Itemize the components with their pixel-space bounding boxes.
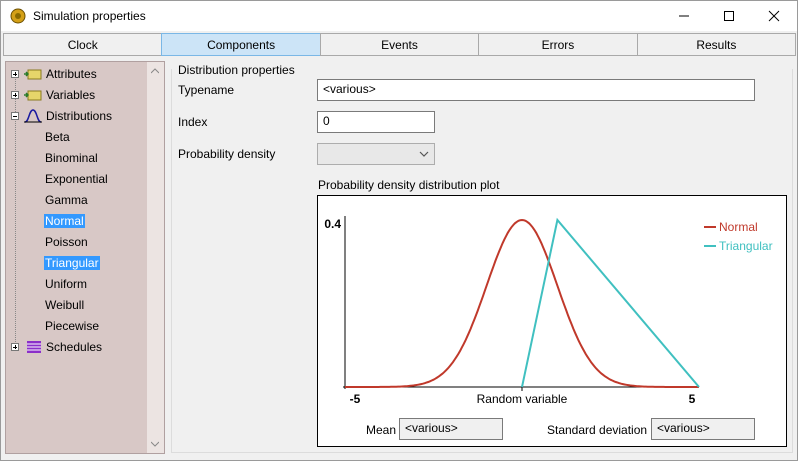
probability-density-label: Probability density xyxy=(178,147,276,161)
chevron-down-icon xyxy=(419,151,429,157)
tree-label-uniform: Uniform xyxy=(45,276,88,291)
index-field[interactable]: 0 xyxy=(317,111,435,133)
folder-icon xyxy=(23,67,43,81)
legend-swatch-normal xyxy=(704,226,716,228)
tree-leaf-normal[interactable]: Normal xyxy=(44,212,85,229)
tree-leaf-triangular[interactable]: Triangular xyxy=(44,254,100,271)
tree-leaf-poisson[interactable]: Poisson xyxy=(44,233,89,250)
tree-leaf-uniform[interactable]: Uniform xyxy=(44,275,88,292)
tree-leaf-binominal[interactable]: Binominal xyxy=(44,149,99,166)
y-tick-label: 0.4 xyxy=(324,217,341,231)
tree-label-distributions: Distributions xyxy=(46,108,113,123)
tree-label-gamma: Gamma xyxy=(45,192,88,207)
tree-label-piecewise: Piecewise xyxy=(45,318,100,333)
plot-caption: Probability density distribution plot xyxy=(318,178,500,192)
tree-node-schedules[interactable]: Schedules xyxy=(11,338,102,355)
tree-label-variables: Variables xyxy=(46,87,96,102)
legend-triangular: Triangular xyxy=(704,239,773,253)
distribution-plot: 0.4 -5 5 Random variable Normal Triangular xyxy=(317,195,787,447)
tree-label-schedules: Schedules xyxy=(46,339,103,354)
expand-icon[interactable] xyxy=(11,342,19,351)
collapse-icon[interactable] xyxy=(11,111,19,120)
legend-swatch-triangular xyxy=(704,245,716,247)
simulation-properties-window: Simulation properties Clock Components E… xyxy=(0,0,798,461)
expand-icon[interactable] xyxy=(11,90,19,99)
typename-field[interactable]: <various> xyxy=(317,79,755,101)
minimize-button[interactable] xyxy=(661,1,707,31)
tab-results[interactable]: Results xyxy=(636,33,797,56)
tree-label-attributes: Attributes xyxy=(46,66,97,81)
expand-icon[interactable] xyxy=(11,69,19,78)
legend-label-normal: Normal xyxy=(719,220,758,234)
legend-label-triangular: Triangular xyxy=(719,239,773,253)
tree-leaf-gamma[interactable]: Gamma xyxy=(44,191,89,208)
tree-leaf-exponential[interactable]: Exponential xyxy=(44,170,109,187)
tree-label-weibull: Weibull xyxy=(45,297,85,312)
x-tick-label-max: 5 xyxy=(689,392,696,406)
tree-scrollbar[interactable] xyxy=(147,62,164,453)
group-title: Distribution properties xyxy=(178,63,295,77)
typename-label: Typename xyxy=(178,83,235,97)
tree-label-normal: Normal xyxy=(44,213,85,228)
mean-field: <various> xyxy=(399,418,503,440)
tab-strip: Clock Components Events Errors Results xyxy=(3,33,797,56)
tree-leaf-beta[interactable]: Beta xyxy=(44,128,71,145)
series-line-triangular xyxy=(521,217,700,388)
properties-panel: Distribution properties Typename <variou… xyxy=(171,61,793,454)
index-label: Index xyxy=(178,115,208,129)
tree-node-variables[interactable]: Variables xyxy=(11,86,95,103)
minimize-icon xyxy=(679,15,689,17)
app-icon xyxy=(10,8,26,24)
mean-label: Mean xyxy=(366,423,397,437)
maximize-icon xyxy=(724,11,734,21)
distribution-curve-icon xyxy=(23,108,43,123)
tree-node-distributions[interactable]: Distributions xyxy=(11,107,112,124)
tree-leaf-weibull[interactable]: Weibull xyxy=(44,296,85,313)
tab-components[interactable]: Components xyxy=(161,33,320,56)
title-bar: Simulation properties xyxy=(1,1,797,31)
tree-leaf-piecewise[interactable]: Piecewise xyxy=(44,317,100,334)
x-axis-label: Random variable xyxy=(477,392,568,406)
series-line-normal xyxy=(345,218,699,388)
tab-events[interactable]: Events xyxy=(319,33,479,56)
standard-deviation-label: Standard deviation xyxy=(547,423,648,437)
tree-label-beta: Beta xyxy=(45,129,70,144)
maximize-button[interactable] xyxy=(706,1,752,31)
standard-deviation-field: <various> xyxy=(651,418,755,440)
tree-node-attributes[interactable]: Attributes xyxy=(11,65,97,82)
tree-label-triangular: Triangular xyxy=(44,255,100,270)
close-button[interactable] xyxy=(751,1,797,31)
probability-density-select[interactable] xyxy=(317,143,435,165)
tree-label-binominal: Binominal xyxy=(45,150,98,165)
legend-normal: Normal xyxy=(704,220,758,234)
window-title: Simulation properties xyxy=(33,9,146,23)
tab-clock[interactable]: Clock xyxy=(3,33,162,56)
scroll-down-icon[interactable] xyxy=(151,440,159,448)
tree-label-exponential: Exponential xyxy=(45,171,108,186)
scroll-up-icon[interactable] xyxy=(151,67,159,75)
component-tree[interactable]: Attributes Variables Distributions Beta … xyxy=(5,61,165,454)
folder-icon xyxy=(23,88,43,102)
schedule-icon xyxy=(23,340,43,354)
x-tick-label-min: -5 xyxy=(350,392,361,406)
tab-errors[interactable]: Errors xyxy=(478,33,637,56)
tree-label-poisson: Poisson xyxy=(45,234,88,249)
close-icon xyxy=(768,10,780,22)
